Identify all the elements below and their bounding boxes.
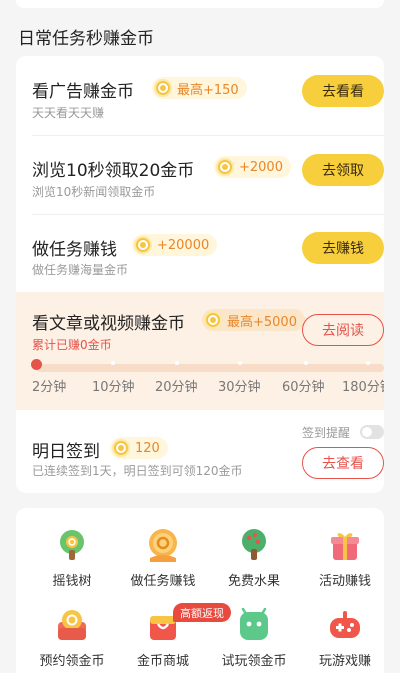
task-row-do-tasks: 做任务赚钱 +20000 做任务赚海量金币 去赚钱 — [16, 215, 384, 292]
reading-progress-bar — [36, 364, 384, 372]
grid-item-label: 预约领金币 — [39, 654, 105, 669]
grid-item-free-fruit[interactable]: 免费水果 — [208, 528, 300, 589]
task-row-watch-ads: 看广告赚金币 最高+150 天天看天天赚 去看看 — [16, 56, 384, 134]
progress-dot — [366, 361, 370, 365]
progress-dot — [175, 361, 179, 365]
grid-item-activity[interactable]: 活动赚钱 — [299, 528, 391, 589]
grid-item-label: 金币商城 — [136, 654, 189, 669]
grid-item-label: 免费水果 — [227, 574, 280, 589]
gift-box-icon — [328, 528, 362, 562]
checkin-row: 明日签到 120 已连续签到1天，明日签到可领120金币 签到提醒 去查看 — [16, 410, 384, 493]
reward-pill: +2000 — [214, 156, 291, 178]
reward-pill: +20000 — [132, 234, 218, 256]
task-title: 做任务赚钱 — [32, 240, 117, 260]
progress-dot — [238, 361, 242, 365]
daily-tasks-card: 看广告赚金币 最高+150 天天看天天赚 去看看 浏览10秒领取20金币 +20… — [16, 56, 384, 493]
task-title: 浏览10秒领取20金币 — [32, 161, 195, 181]
money-tree-icon — [55, 528, 89, 562]
task-subtitle: 天天看天天赚 — [32, 106, 105, 120]
reward-text: +2000 — [239, 159, 283, 175]
cashback-badge: 高额返现 — [173, 603, 231, 622]
grid-item-reserve-coins[interactable]: 预约领金币 — [26, 608, 118, 669]
reward-text: +20000 — [157, 237, 210, 253]
coin-icon — [154, 79, 172, 97]
task-subtitle: 浏览10秒新闻领取金币 — [32, 185, 156, 199]
section-title: 日常任务秒赚金币 — [18, 29, 154, 49]
progress-dot — [111, 361, 115, 365]
grid-item-label: 摇钱树 — [52, 574, 92, 589]
read-button[interactable]: 去阅读 — [302, 314, 384, 346]
task-row-browse-news: 浏览10秒领取20金币 +2000 浏览10秒新闻领取金币 去领取 — [16, 136, 384, 214]
progress-tick: 30分钟 — [218, 380, 261, 395]
reserve-coin-icon — [55, 608, 89, 642]
earn-money-button[interactable]: 去赚钱 — [302, 232, 384, 264]
progress-marker — [31, 359, 42, 370]
view-checkin-button[interactable]: 去查看 — [302, 447, 384, 479]
progress-dot — [304, 361, 308, 365]
coin-icon — [134, 236, 152, 254]
progress-tick: 20分钟 — [155, 380, 198, 395]
reward-text: 最高+150 — [177, 82, 239, 98]
grid-item-play-games[interactable]: 玩游戏赚 — [299, 608, 391, 669]
reward-text: 120 — [135, 440, 160, 456]
task-coin-icon — [146, 528, 180, 562]
android-icon — [237, 607, 271, 642]
checkin-subtitle: 已连续签到1天，明日签到可领120金币 — [32, 464, 243, 478]
claim-button[interactable]: 去领取 — [302, 154, 384, 186]
coin-icon — [204, 311, 222, 329]
task-title: 看文章或视频赚金币 — [32, 314, 185, 334]
grid-item-label: 做任务赚钱 — [130, 574, 196, 589]
progress-tick: 180分钟 — [342, 380, 384, 395]
reward-pill: 最高+150 — [152, 77, 247, 99]
article-video-task: 看文章或视频赚金币 最高+5000 累计已赚0金币 去阅读 2分钟 10分钟 2… — [16, 292, 384, 410]
earned-total: 累计已赚0金币 — [32, 338, 112, 352]
reward-text: 最高+5000 — [227, 314, 297, 330]
task-subtitle: 做任务赚海量金币 — [32, 263, 129, 277]
gamepad-icon — [328, 608, 362, 642]
coin-icon — [216, 158, 234, 176]
grid-item-task-earn[interactable]: 做任务赚钱 — [117, 528, 209, 589]
progress-tick: 2分钟 — [32, 380, 67, 395]
task-title: 看广告赚金币 — [32, 82, 134, 102]
feature-grid: 摇钱树 做任务赚钱 免费水果 活动赚钱 高额返现 预约领金币 金币商城 试玩领金… — [16, 508, 384, 673]
reward-pill: 最高+5000 — [202, 309, 305, 331]
reminder-label: 签到提醒 — [302, 426, 351, 440]
coin-icon — [112, 439, 130, 457]
progress-tick: 10分钟 — [92, 380, 135, 395]
grid-item-label: 试玩领金币 — [221, 654, 287, 669]
reward-pill: 120 — [110, 437, 168, 459]
fruit-tree-icon — [237, 528, 271, 562]
grid-item-money-tree[interactable]: 摇钱树 — [26, 528, 118, 589]
checkin-title: 明日签到 — [32, 442, 100, 462]
progress-tick: 60分钟 — [282, 380, 325, 395]
reminder-toggle[interactable] — [360, 425, 384, 439]
watch-ads-button[interactable]: 去看看 — [302, 75, 384, 107]
grid-item-label: 玩游戏赚 — [318, 654, 371, 669]
previous-card-edge — [16, 0, 384, 8]
grid-item-label: 活动赚钱 — [318, 574, 371, 589]
